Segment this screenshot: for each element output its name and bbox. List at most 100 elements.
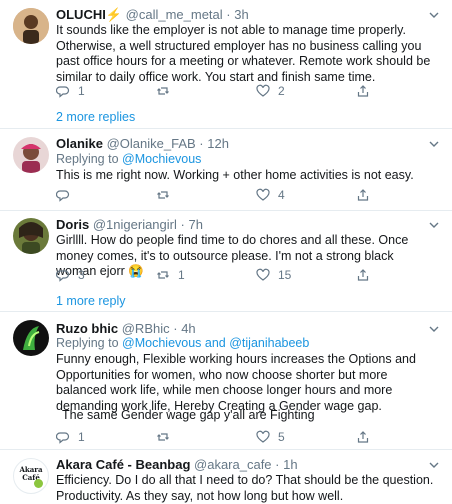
retweet-button[interactable]: 1 (156, 268, 185, 282)
reply-button[interactable]: 3 (56, 268, 85, 282)
chevron-down-icon[interactable] (428, 219, 440, 231)
chevron-down-icon[interactable] (428, 9, 440, 21)
tweet-actions: 3 1 15 (56, 268, 436, 286)
timestamp[interactable]: 12h (207, 136, 229, 151)
share-icon (357, 431, 369, 443)
reply-count: 3 (78, 268, 85, 282)
timestamp[interactable]: 7h (188, 217, 202, 232)
chevron-down-icon[interactable] (428, 138, 440, 150)
display-name[interactable]: Ruzo bhic (56, 321, 118, 336)
timestamp[interactable]: 3h (234, 7, 248, 22)
tweet-ruzo-bhic[interactable]: Ruzo bhic @RBhic · 4h Replying to @Mochi… (0, 312, 452, 447)
retweet-count: 1 (178, 268, 185, 282)
replying-to-label: Replying to (56, 152, 119, 166)
tweet-text-continued: The same Gender wage gap y'all are Fight… (62, 408, 315, 422)
separator-dot: · (226, 7, 231, 22)
avatar-logo-line2: Café (22, 473, 40, 482)
retweet-icon (157, 433, 169, 441)
user-handle[interactable]: @call_me_metal (126, 7, 223, 22)
avatar-photo (13, 218, 49, 254)
share-icon (357, 269, 369, 281)
reply-icon (56, 270, 70, 282)
show-more-replies[interactable]: 2 more replies (56, 110, 135, 124)
retweet-button[interactable] (156, 188, 178, 202)
user-handle[interactable]: @Olanike_FAB (107, 136, 196, 151)
avatar-photo (13, 137, 49, 173)
replying-to: Replying to @Mochievous and @tijanihabee… (56, 336, 309, 350)
tweet-actions: 4 (56, 188, 436, 206)
share-icon (357, 85, 369, 97)
user-handle[interactable]: @akara_cafe (194, 457, 272, 472)
tweet-header: Olanike @Olanike_FAB · 12h (56, 136, 229, 151)
tweet-actions: 1 5 (56, 430, 436, 448)
avatar[interactable] (13, 320, 49, 356)
like-button[interactable]: 5 (256, 430, 285, 444)
reply-count: 1 (78, 84, 85, 98)
retweet-button[interactable] (156, 84, 178, 98)
avatar-photo (13, 8, 49, 44)
avatar[interactable]: Akara Café (13, 458, 49, 494)
retweet-icon (157, 271, 169, 279)
retweet-icon (157, 87, 169, 95)
tweet-header: Akara Café - Beanbag @akara_cafe · 1h (56, 457, 298, 472)
user-handle[interactable]: @RBhic (122, 321, 170, 336)
tweet-text: This is me right now. Working + other ho… (56, 168, 414, 182)
avatar-logo-dot (34, 479, 43, 488)
tweet-oluchi[interactable]: OLUCHI⚡ @call_me_metal · 3h It sounds li… (0, 0, 452, 140)
replying-to-link[interactable]: @Mochievous (122, 152, 201, 166)
user-handle[interactable]: @1nigeriangirl (93, 217, 177, 232)
chevron-down-icon[interactable] (428, 323, 440, 335)
tweet-text: Efficiency. Do I do all that I need to d… (56, 473, 434, 503)
display-name[interactable]: Doris (56, 217, 89, 232)
tweet-actions: 1 2 (56, 84, 436, 102)
like-count: 4 (278, 188, 285, 202)
reply-button[interactable] (56, 188, 78, 202)
share-button[interactable] (356, 430, 370, 444)
separator-dot: · (173, 321, 178, 336)
timestamp[interactable]: 1h (283, 457, 297, 472)
share-button[interactable] (356, 84, 370, 98)
avatar[interactable] (13, 137, 49, 173)
reply-button[interactable]: 1 (56, 430, 85, 444)
timestamp[interactable]: 4h (181, 321, 195, 336)
tweet-header: Ruzo bhic @RBhic · 4h (56, 321, 196, 336)
tweet-header: Doris @1nigeriangirl · 7h (56, 217, 203, 232)
separator-dot: · (199, 136, 204, 151)
avatar-logo: Akara Café (14, 466, 48, 482)
replying-to-link[interactable]: @Mochievous and @tijanihabeeb (122, 336, 309, 350)
tweet-akara-cafe[interactable]: Akara Café Akara Café - Beanbag @akara_c… (0, 450, 452, 503)
tweet-doris[interactable]: Doris @1nigeriangirl · 7h Girllll. How d… (0, 211, 452, 311)
reply-icon (56, 432, 70, 444)
heart-icon (256, 268, 270, 281)
display-name[interactable]: Akara Café - Beanbag (56, 457, 190, 472)
heart-icon (256, 430, 270, 443)
like-count: 2 (278, 84, 285, 98)
reply-button[interactable]: 1 (56, 84, 85, 98)
tweet-header: OLUCHI⚡ @call_me_metal · 3h (56, 7, 249, 23)
tweet-text: Funny enough, Flexible working hours inc… (56, 352, 416, 413)
separator-dot: · (180, 217, 185, 232)
avatar[interactable] (13, 8, 49, 44)
share-icon (357, 189, 369, 201)
retweet-button[interactable] (156, 430, 178, 444)
like-count: 5 (278, 430, 285, 444)
share-button[interactable] (356, 268, 370, 282)
tweet-olanike[interactable]: Olanike @Olanike_FAB · 12h Replying to @… (0, 129, 452, 209)
like-button[interactable]: 2 (256, 84, 285, 98)
tweet-text: It sounds like the employer is not able … (56, 23, 431, 84)
like-count: 15 (278, 268, 292, 282)
heart-icon (256, 188, 270, 201)
reply-icon (56, 86, 70, 98)
display-name[interactable]: OLUCHI⚡ (56, 7, 122, 22)
chevron-down-icon[interactable] (428, 459, 440, 471)
reply-icon (56, 190, 70, 202)
show-more-replies[interactable]: 1 more reply (56, 294, 125, 308)
like-button[interactable]: 4 (256, 188, 285, 202)
avatar[interactable] (13, 218, 49, 254)
share-button[interactable] (356, 188, 370, 202)
retweet-icon (157, 191, 169, 199)
heart-icon (256, 84, 270, 97)
display-name[interactable]: Olanike (56, 136, 103, 151)
like-button[interactable]: 15 (256, 268, 291, 282)
avatar-photo (13, 320, 49, 356)
